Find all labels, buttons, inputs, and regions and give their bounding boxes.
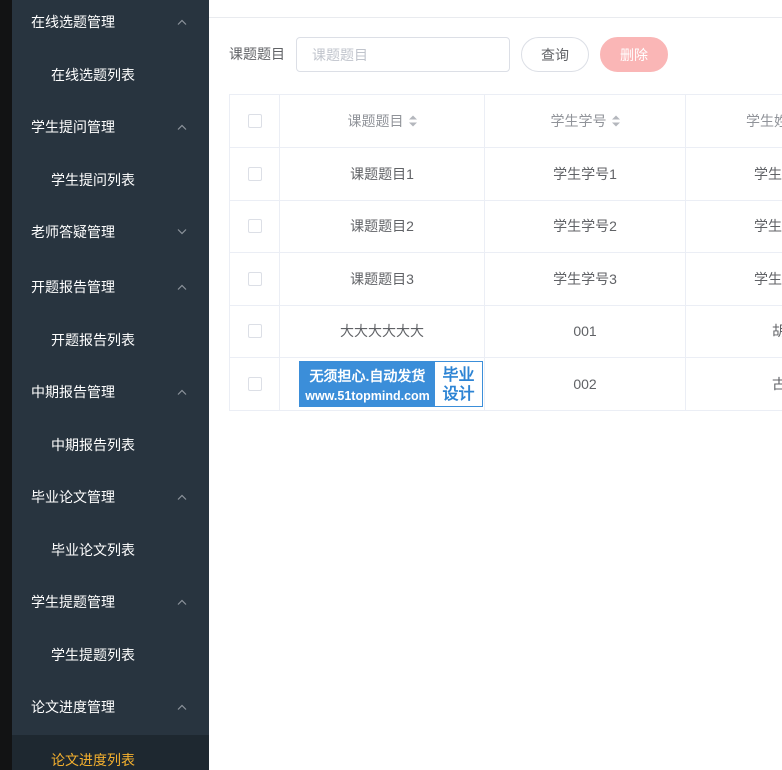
- menu-group-label: 在线选题管理: [31, 14, 115, 30]
- menu-group-label: 学生提题管理: [31, 594, 115, 610]
- table-row[interactable]: 课题题目1 学生学号1 学生: [230, 148, 782, 201]
- row-selection-cell: [230, 200, 280, 253]
- topic-search-input[interactable]: [296, 37, 510, 72]
- menu-group-online-topic-selection[interactable]: 在线选题管理: [12, 0, 209, 50]
- table-row[interactable]: 课题题目3 学生学号3 学生: [230, 253, 782, 306]
- menu-group-label: 学生提问管理: [31, 119, 115, 135]
- table-cell-student-name: 学生: [686, 253, 782, 306]
- table-header-row: 课题题目 学生学号 学生姓: [230, 95, 782, 148]
- cell-text: 学生: [754, 218, 782, 235]
- menu-group-thesis[interactable]: 毕业论文管理: [12, 470, 209, 525]
- menu-group-student-topic-proposals[interactable]: 学生提题管理: [12, 575, 209, 630]
- watermark-badge-bottom: 设计: [442, 385, 475, 403]
- menu-group-proposal-report[interactable]: 开题报告管理: [12, 260, 209, 315]
- menu-item-thesis-progress-list[interactable]: 论文进度列表: [12, 734, 209, 770]
- chevron-up-icon: [177, 494, 187, 500]
- cell-text: 古: [686, 374, 782, 394]
- table-cell-student-no: 学生学号1: [485, 148, 686, 201]
- query-button[interactable]: 查询: [521, 37, 589, 72]
- chevron-up-icon: [177, 599, 187, 605]
- menu-item-midterm-report-list[interactable]: 中期报告列表: [12, 420, 209, 470]
- column-header-label: 学生姓: [746, 113, 782, 129]
- table-row[interactable]: 大大大大大大 001 胡: [230, 305, 782, 358]
- row-checkbox[interactable]: [247, 376, 262, 391]
- table-cell-student-no: 002: [485, 358, 686, 411]
- table-cell-topic: 大大大大大大: [280, 305, 485, 358]
- delete-button[interactable]: 删除: [600, 37, 668, 72]
- table-cell-student-name: 古: [686, 358, 782, 411]
- table-cell-student-no: 001: [485, 305, 686, 358]
- menu-item-proposal-report-list[interactable]: 开题报告列表: [12, 315, 209, 365]
- menu-item-label: 论文进度列表: [51, 751, 135, 768]
- table-cell-student-name: 胡: [686, 306, 782, 358]
- column-header-student-name[interactable]: 学生姓: [686, 95, 782, 148]
- column-header-label: 课题题目: [347, 113, 404, 129]
- row-selection-cell: [230, 253, 280, 306]
- table-cell-student-name: 学生: [686, 148, 782, 201]
- row-selection-cell: [230, 148, 280, 201]
- select-all-checkbox[interactable]: [247, 114, 262, 128]
- menu-item-label: 学生提问列表: [51, 171, 135, 188]
- menu-group-teacher-answers[interactable]: 老师答疑管理: [12, 205, 209, 260]
- row-selection-cell: [230, 305, 280, 358]
- chevron-up-icon: [177, 704, 187, 710]
- sort-icon[interactable]: [408, 114, 417, 128]
- sort-icon[interactable]: [611, 114, 620, 128]
- watermark-text-block: 无须担心.自动发货 www.51topmind.com: [300, 362, 435, 406]
- table-cell-student-no: 学生学号3: [485, 253, 686, 306]
- watermark-badge-top: 毕业: [442, 366, 475, 384]
- menu-item-label: 学生提题列表: [51, 646, 135, 663]
- top-header-bar: [209, 0, 782, 18]
- sidebar-menu: 在线选题管理 在线选题列表 学生提问管理 学生提问列表 老师答疑管理 开题报告管…: [12, 0, 209, 770]
- app-page: 在线选题管理 在线选题列表 学生提问管理 学生提问列表 老师答疑管理 开题报告管…: [0, 0, 782, 770]
- row-selection-cell: [230, 358, 280, 411]
- table-cell-student-name: 学生: [686, 201, 782, 253]
- watermark-url: www.51topmind.com: [305, 389, 430, 403]
- cell-text: 学生: [754, 165, 782, 182]
- watermark-slogan: 无须担心.自动发货: [309, 368, 426, 384]
- chevron-up-icon: [177, 389, 187, 395]
- row-checkbox[interactable]: [247, 271, 262, 286]
- menu-group-student-questions[interactable]: 学生提问管理: [12, 100, 209, 155]
- watermark-banner: 无须担心.自动发货 www.51topmind.com 毕业 设计: [299, 361, 483, 407]
- menu-group-label: 中期报告管理: [31, 384, 115, 400]
- cell-text: 学生: [754, 270, 782, 287]
- chevron-up-icon: [177, 19, 187, 25]
- menu-group-label: 毕业论文管理: [31, 489, 115, 505]
- menu-item-student-question-list[interactable]: 学生提问列表: [12, 155, 209, 205]
- chevron-up-icon: [177, 284, 187, 290]
- menu-item-thesis-list[interactable]: 毕业论文列表: [12, 525, 209, 575]
- menu-item-label: 中期报告列表: [51, 436, 135, 453]
- cell-text: 胡: [686, 321, 782, 341]
- table-cell-topic: 课题题目1: [280, 148, 485, 201]
- menu-item-label: 毕业论文列表: [51, 541, 135, 558]
- column-header-student-no[interactable]: 学生学号: [485, 95, 686, 148]
- menu-group-label: 论文进度管理: [31, 699, 115, 715]
- menu-item-online-topic-list[interactable]: 在线选题列表: [12, 50, 209, 100]
- menu-group-thesis-progress[interactable]: 论文进度管理: [12, 680, 209, 735]
- window-edge: [0, 0, 12, 770]
- menu-item-label: 在线选题列表: [51, 66, 135, 83]
- menu-group-midterm-report[interactable]: 中期报告管理: [12, 365, 209, 420]
- row-checkbox[interactable]: [247, 166, 262, 181]
- table-row[interactable]: 课题题目2 学生学号2 学生: [230, 200, 782, 253]
- table-cell-student-no: 学生学号2: [485, 200, 686, 253]
- row-checkbox[interactable]: [247, 324, 262, 339]
- menu-item-student-topic-proposal-list[interactable]: 学生提题列表: [12, 630, 209, 680]
- menu-group-label: 老师答疑管理: [31, 224, 115, 240]
- table-cell-topic: 课题题目3: [280, 253, 485, 306]
- header-selection-cell: [230, 95, 280, 148]
- menu-item-label: 开题报告列表: [51, 331, 135, 348]
- column-header-label: 学生学号: [550, 113, 607, 129]
- search-label: 课题题目: [229, 46, 285, 62]
- table-cell-topic: 课题题目2: [280, 200, 485, 253]
- watermark-badge: 毕业 设计: [435, 362, 482, 406]
- row-checkbox[interactable]: [247, 219, 262, 234]
- menu-group-label: 开题报告管理: [31, 279, 115, 295]
- chevron-down-icon: [177, 229, 187, 235]
- column-header-topic[interactable]: 课题题目: [280, 95, 485, 148]
- chevron-up-icon: [177, 124, 187, 130]
